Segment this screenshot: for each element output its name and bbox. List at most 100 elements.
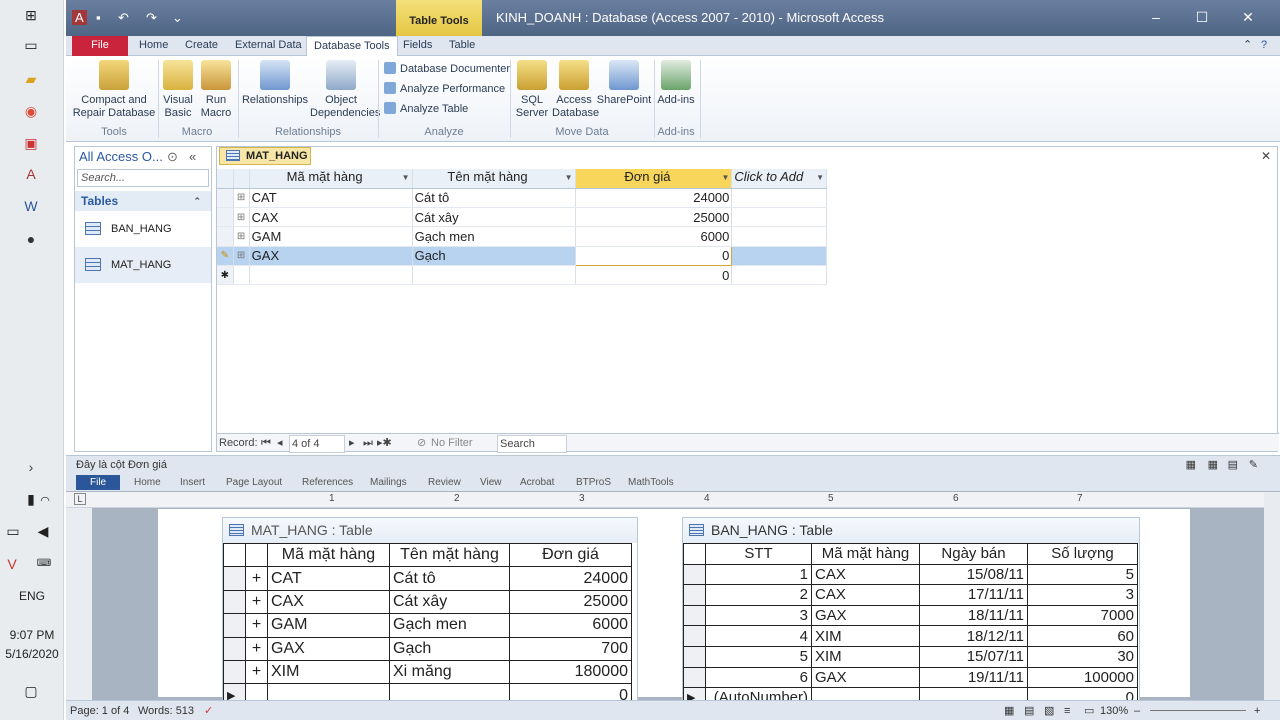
cell-ma[interactable]: GAM: [249, 226, 413, 247]
file-explorer-icon[interactable]: ▰: [22, 70, 40, 88]
nav-search-input[interactable]: Search...: [77, 169, 209, 187]
cell-ten[interactable]: [412, 265, 576, 286]
word-tab-file[interactable]: File: [76, 475, 121, 490]
full-screen-reading-icon[interactable]: ▤: [1024, 702, 1034, 720]
search-input[interactable]: Search: [497, 435, 567, 453]
word-tab-home[interactable]: Home: [134, 475, 161, 490]
draft-icon[interactable]: ▭: [1084, 702, 1094, 720]
tab-fields[interactable]: Fields: [396, 36, 439, 56]
expand-plus-icon[interactable]: ⊞: [233, 188, 250, 208]
task-view-icon[interactable]: ▭: [22, 36, 40, 54]
notification-icon[interactable]: ▢: [22, 682, 40, 700]
datasheet-view-icon[interactable]: ▦: [1186, 456, 1196, 474]
add-ins-button[interactable]: Add-ins: [656, 60, 696, 107]
column-header-don-gia[interactable]: Đơn giá ▼: [575, 169, 733, 189]
word-tab-insert[interactable]: Insert: [180, 475, 205, 490]
datasheet-tab-mat-hang[interactable]: MAT_HANG: [219, 147, 311, 165]
dropdown-arrow-icon[interactable]: ▼: [565, 169, 573, 187]
expand-plus-icon[interactable]: ⊞: [233, 246, 250, 267]
column-header-ten-mat-hang[interactable]: Tên mặt hàng ▼: [412, 169, 576, 189]
word-tab-mailings[interactable]: Mailings: [370, 475, 407, 490]
cell-ma[interactable]: GAX: [249, 246, 413, 267]
record-selector[interactable]: [217, 226, 234, 247]
chevron-up-icon[interactable]: ⌃: [193, 191, 201, 211]
compact-repair-button[interactable]: Compact and Repair Database: [72, 60, 156, 120]
antivirus-icon[interactable]: V: [3, 555, 21, 573]
new-record-row[interactable]: ✱ 0: [217, 265, 827, 286]
print-layout-icon[interactable]: ▦: [1004, 702, 1014, 720]
column-header-click-to-add[interactable]: Click to Add ▼: [731, 169, 827, 189]
nav-section-tables[interactable]: Tables ⌃: [75, 191, 211, 211]
minimize-icon[interactable]: –: [1136, 6, 1176, 28]
last-record-icon[interactable]: ⏭: [363, 435, 373, 451]
word-tab-references[interactable]: References: [302, 475, 353, 490]
cell-gia[interactable]: 25000: [575, 207, 733, 228]
word-taskbar-icon[interactable]: W: [22, 197, 40, 215]
dropdown-arrow-icon[interactable]: ▼: [402, 169, 410, 187]
zoom-in-icon[interactable]: +: [1254, 702, 1260, 720]
word-tab-mathtools[interactable]: MathTools: [628, 475, 674, 490]
dropdown-arrow-icon[interactable]: ▼: [816, 169, 824, 187]
nav-item-ban-hang[interactable]: BAN_HANG: [75, 211, 211, 247]
cell-ten[interactable]: Cát xây: [412, 207, 576, 228]
column-header-ma-mat-hang[interactable]: Mã mặt hàng ▼: [249, 169, 413, 189]
new-record-asterisk-icon[interactable]: ✱: [217, 265, 234, 286]
zoom-level[interactable]: 130%: [1100, 702, 1128, 720]
table-row[interactable]: ⊞ CAT Cát tô 24000: [217, 188, 827, 208]
help-icon[interactable]: ?: [1254, 36, 1274, 56]
proofing-icon[interactable]: ✓: [204, 702, 213, 720]
dropdown-arrow-icon[interactable]: ▼: [721, 169, 729, 187]
battery-icon[interactable]: ▭: [4, 522, 22, 540]
analyze-table-button[interactable]: Analyze Table: [384, 102, 468, 115]
maximize-icon[interactable]: ☐: [1182, 6, 1222, 28]
cell-empty[interactable]: [731, 226, 827, 247]
nav-pane-header[interactable]: All Access O... ⊙ «: [75, 147, 211, 167]
cell-gia[interactable]: 6000: [575, 226, 733, 247]
cell-ten[interactable]: Gạch men: [412, 226, 576, 247]
clock-date[interactable]: 5/16/2020: [0, 647, 64, 661]
keyboard-icon[interactable]: ⌨: [35, 555, 53, 573]
word-tab-acrobat[interactable]: Acrobat: [520, 475, 554, 490]
chrome-icon[interactable]: ◉: [22, 102, 40, 120]
word-vertical-scrollbar[interactable]: [1264, 492, 1280, 700]
select-all-cell[interactable]: [217, 169, 234, 189]
table-row-current[interactable]: ✎ ⊞ GAX Gạch 0: [217, 245, 827, 267]
cell-gia[interactable]: 24000: [575, 188, 733, 208]
tab-home[interactable]: Home: [132, 36, 175, 56]
visual-basic-button[interactable]: Visual Basic: [158, 60, 198, 120]
word-tab-review[interactable]: Review: [428, 475, 461, 490]
cell-ten[interactable]: Cát tô: [412, 188, 576, 208]
redo-icon[interactable]: ↷: [146, 10, 157, 26]
table-row[interactable]: ⊞ GAM Gạch men 6000: [217, 226, 827, 247]
access-database-button[interactable]: Access Database: [552, 60, 599, 120]
tab-stop-selector-icon[interactable]: L: [74, 493, 86, 505]
cell-empty[interactable]: [731, 265, 827, 286]
cell-ten[interactable]: Gạch: [412, 246, 576, 267]
pivottable-view-icon[interactable]: ▦: [1208, 456, 1218, 474]
access-taskbar-icon[interactable]: A: [22, 165, 40, 183]
filter-icon[interactable]: ⊘: [417, 435, 426, 451]
tab-table[interactable]: Table: [442, 36, 482, 56]
tab-create[interactable]: Create: [178, 36, 225, 56]
wifi-icon[interactable]: ◠: [36, 492, 54, 510]
word-tab-btpros[interactable]: BTProS: [576, 475, 611, 490]
cell-gia[interactable]: 0: [575, 265, 733, 286]
tab-external-data[interactable]: External Data: [228, 36, 309, 56]
chevron-right-icon[interactable]: ›: [22, 458, 40, 476]
object-dependencies-button[interactable]: Object Dependencies: [310, 60, 380, 120]
record-selector[interactable]: [217, 207, 234, 228]
cell-empty[interactable]: [731, 246, 827, 267]
zoom-slider[interactable]: [1150, 710, 1246, 711]
cell-ma[interactable]: [249, 265, 413, 286]
edit-pencil-icon[interactable]: ✎: [217, 246, 234, 267]
run-macro-button[interactable]: Run Macro: [200, 60, 232, 120]
cell-ma[interactable]: CAT: [249, 188, 413, 208]
sharepoint-button[interactable]: SharePoint: [596, 60, 652, 107]
tab-database-tools[interactable]: Database Tools: [306, 36, 398, 56]
nav-dropdown-icon[interactable]: ⊙: [167, 147, 178, 167]
undo-icon[interactable]: ↶: [118, 10, 129, 26]
database-documenter-button[interactable]: Database Documenter: [384, 62, 510, 75]
next-record-icon[interactable]: ▸: [349, 435, 355, 451]
cell-empty[interactable]: [731, 188, 827, 208]
expand-plus-icon[interactable]: ⊞: [233, 207, 250, 228]
